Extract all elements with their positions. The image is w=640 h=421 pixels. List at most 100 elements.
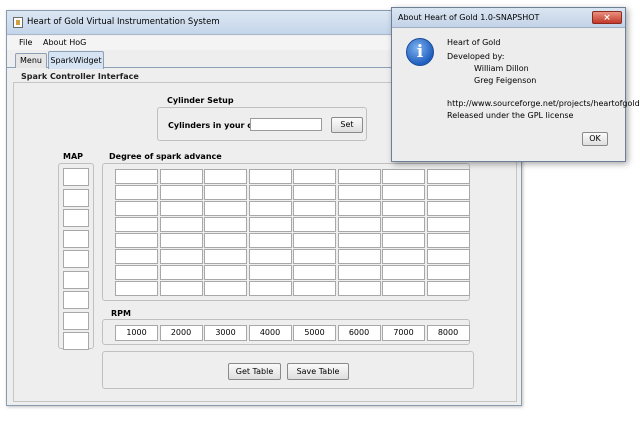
info-icon: i	[406, 38, 434, 66]
map-cell[interactable]	[63, 168, 89, 186]
map-cell[interactable]	[63, 291, 89, 309]
spark-cell[interactable]	[426, 233, 470, 248]
map-cell[interactable]	[63, 229, 89, 248]
menu-file[interactable]: File	[19, 38, 32, 47]
spark-cell[interactable]	[204, 169, 247, 184]
spark-cell[interactable]	[426, 249, 470, 264]
about-titlebar[interactable]: About Heart of Gold 1.0-SNAPSHOT ×	[392, 8, 625, 28]
map-cell[interactable]	[63, 250, 89, 268]
spark-cell[interactable]	[382, 281, 425, 296]
spark-cell[interactable]	[115, 201, 158, 216]
rpm-cell[interactable]: 1000	[115, 325, 158, 341]
spark-cell[interactable]	[204, 265, 247, 280]
map-cell[interactable]	[63, 270, 89, 289]
rpm-cell[interactable]: 4000	[248, 325, 292, 341]
spark-cell[interactable]	[337, 233, 381, 248]
spark-cell[interactable]	[337, 185, 381, 200]
spark-cell[interactable]	[337, 217, 381, 232]
spark-cell[interactable]	[159, 217, 203, 232]
spark-cell[interactable]	[426, 201, 470, 216]
spark-cell[interactable]	[115, 265, 158, 280]
spark-cell[interactable]	[204, 217, 247, 232]
spark-cell[interactable]	[159, 249, 203, 264]
map-cell[interactable]	[63, 332, 89, 350]
spark-cell[interactable]	[337, 249, 381, 264]
rpm-label: RPM	[111, 309, 131, 318]
rpm-cell[interactable]: 7000	[382, 325, 425, 341]
spark-cell[interactable]	[426, 265, 470, 280]
spark-cell[interactable]	[382, 233, 425, 248]
spark-cell[interactable]	[337, 169, 381, 184]
map-group	[58, 163, 94, 350]
about-developer-2: Greg Feigenson	[474, 76, 537, 85]
spark-cell[interactable]	[248, 201, 292, 216]
spark-cell[interactable]	[159, 169, 203, 184]
tab-menu[interactable]: Menu	[15, 53, 47, 68]
spark-cell[interactable]	[248, 233, 292, 248]
spark-cell[interactable]	[159, 185, 203, 200]
spark-cell[interactable]	[382, 201, 425, 216]
set-button[interactable]: Set	[331, 117, 363, 133]
about-license: Released under the GPL license	[447, 111, 574, 120]
rpm-cell[interactable]: 3000	[204, 325, 247, 341]
spark-cell[interactable]	[293, 169, 336, 184]
spark-cell[interactable]	[426, 169, 470, 184]
spark-cell[interactable]	[337, 201, 381, 216]
spark-cell[interactable]	[204, 185, 247, 200]
rpm-cell[interactable]: 6000	[337, 325, 381, 341]
spark-cell[interactable]	[204, 233, 247, 248]
spark-cell[interactable]	[426, 217, 470, 232]
spark-cell[interactable]	[248, 265, 292, 280]
map-cell[interactable]	[63, 311, 89, 330]
spark-cell[interactable]	[204, 281, 247, 296]
spark-cell[interactable]	[293, 201, 336, 216]
spark-cell[interactable]	[159, 233, 203, 248]
spark-cell[interactable]	[159, 201, 203, 216]
tab-sparkwidget[interactable]: SparkWidget	[48, 51, 104, 69]
app-icon	[13, 17, 23, 28]
get-table-button[interactable]: Get Table	[228, 363, 281, 380]
spark-cell[interactable]	[204, 201, 247, 216]
spark-cell[interactable]	[293, 281, 336, 296]
spark-cell[interactable]	[426, 185, 470, 200]
spark-cell[interactable]	[293, 233, 336, 248]
spark-cell[interactable]	[337, 281, 381, 296]
spark-cell[interactable]	[204, 249, 247, 264]
spark-cell[interactable]	[248, 169, 292, 184]
spark-cell[interactable]	[293, 185, 336, 200]
menu-about-hog[interactable]: About HoG	[43, 38, 86, 47]
close-icon[interactable]: ×	[592, 11, 622, 24]
spark-cell[interactable]	[115, 249, 158, 264]
spark-cell[interactable]	[248, 217, 292, 232]
spark-cell[interactable]	[293, 217, 336, 232]
spark-cell[interactable]	[115, 217, 158, 232]
spark-cell[interactable]	[382, 265, 425, 280]
spark-cell[interactable]	[293, 265, 336, 280]
spark-cell[interactable]	[159, 281, 203, 296]
rpm-cell[interactable]: 2000	[159, 325, 203, 341]
spark-cell[interactable]	[248, 185, 292, 200]
map-cell[interactable]	[63, 188, 89, 207]
spark-cell[interactable]	[248, 249, 292, 264]
spark-cell[interactable]	[115, 185, 158, 200]
cylinders-input[interactable]	[250, 118, 322, 131]
spark-cell[interactable]	[115, 281, 158, 296]
table-buttons-group: Get Table Save Table	[102, 351, 474, 389]
spark-cell[interactable]	[248, 281, 292, 296]
spark-cell[interactable]	[382, 217, 425, 232]
spark-cell[interactable]	[337, 265, 381, 280]
spark-cell[interactable]	[382, 169, 425, 184]
spark-cell[interactable]	[426, 281, 470, 296]
ok-button[interactable]: OK	[582, 132, 608, 146]
spark-cell[interactable]	[159, 265, 203, 280]
spark-cell[interactable]	[115, 169, 158, 184]
rpm-cell[interactable]: 8000	[426, 325, 470, 341]
save-table-button[interactable]: Save Table	[287, 363, 349, 380]
spark-cell[interactable]	[382, 185, 425, 200]
map-cell[interactable]	[63, 209, 89, 227]
about-dialog: About Heart of Gold 1.0-SNAPSHOT × i Hea…	[391, 7, 640, 162]
spark-cell[interactable]	[382, 249, 425, 264]
rpm-cell[interactable]: 5000	[293, 325, 336, 341]
spark-cell[interactable]	[115, 233, 158, 248]
spark-cell[interactable]	[293, 249, 336, 264]
